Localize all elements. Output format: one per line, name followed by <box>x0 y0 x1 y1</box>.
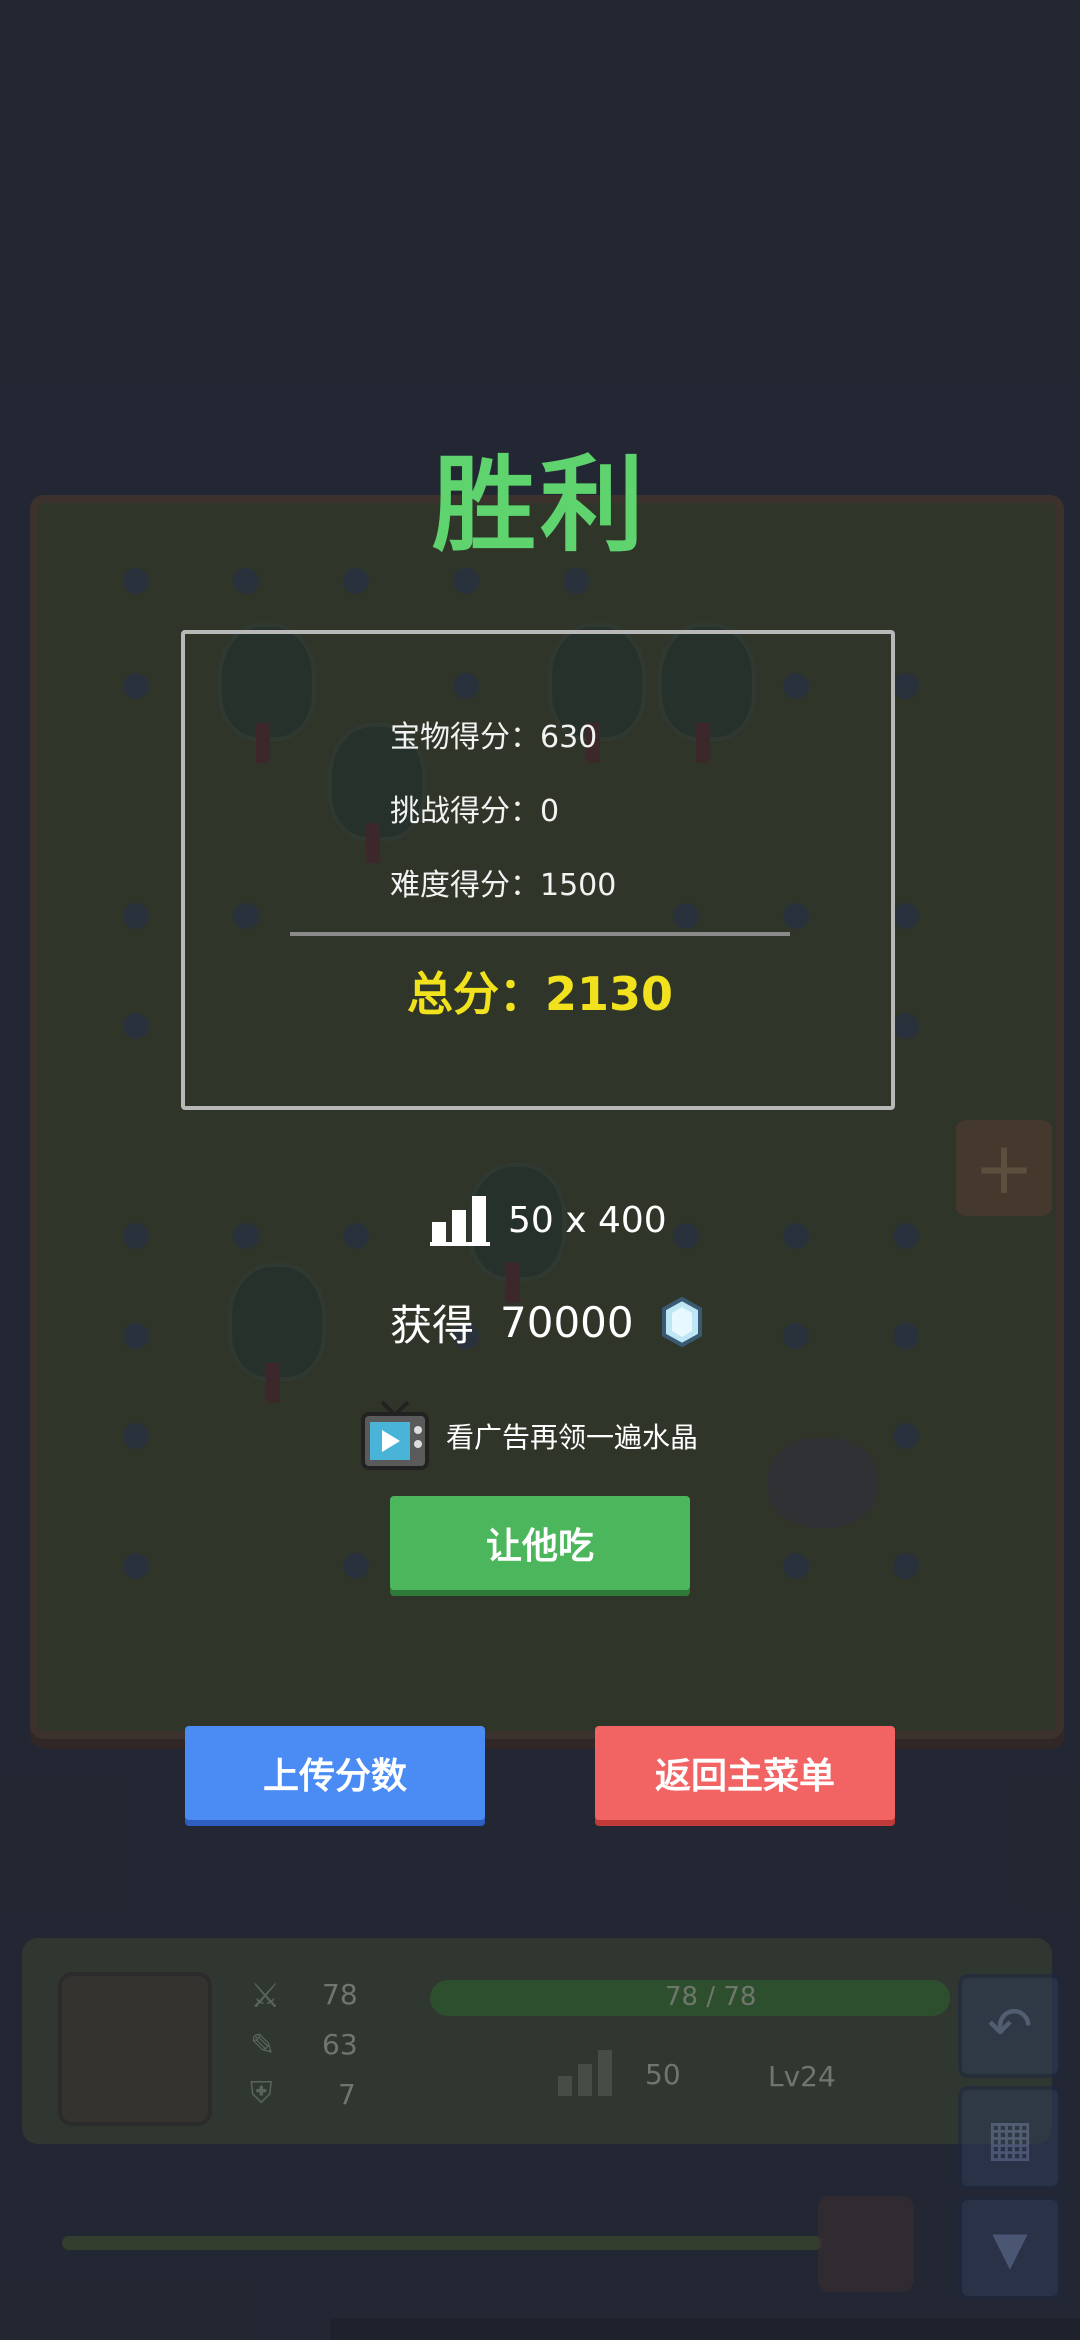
hp-text: 78 / 78 <box>665 1982 757 2012</box>
reward-label: 获得 <box>390 1300 475 1350</box>
down-button[interactable]: ▼ <box>958 2196 1062 2300</box>
floor-bar-chart-icon <box>558 2050 612 2096</box>
crystal-icon <box>661 1297 702 1347</box>
reward-value: 70000 <box>500 1297 634 1347</box>
back-arrow-icon: ↶ <box>987 1994 1033 2058</box>
challenge-score: 挑战得分：0 <box>390 794 560 829</box>
floor-value: 50 <box>645 2058 681 2091</box>
total-score-label: 总分： <box>406 967 545 1021</box>
grid-icon: ▦ <box>986 2109 1034 2167</box>
back-button[interactable]: ↶ <box>958 1974 1062 2078</box>
shield-icon: ⛨ <box>250 2076 273 2111</box>
let-him-eat-button[interactable]: 让他吃 <box>390 1496 690 1590</box>
grid-button[interactable]: ▦ <box>958 2086 1062 2190</box>
bottom-home-indicator <box>330 2318 1080 2340</box>
sword-icon: ⚔ <box>250 1976 281 2016</box>
victory-title: 胜利 <box>431 444 648 566</box>
tv-icon <box>361 1400 429 1470</box>
reward-row: 获得 70000 <box>390 1292 704 1352</box>
total-score-value: 2130 <box>544 967 674 1021</box>
watch-ad-text: 看广告再领一遍水晶 <box>446 1421 699 1454</box>
rank-text: 50 x 400 <box>508 1199 667 1241</box>
bar-chart-icon <box>430 1196 490 1246</box>
player-avatar <box>58 1972 212 2126</box>
magic-value: 63 <box>322 2028 358 2061</box>
progress-strip <box>62 2236 822 2250</box>
level-value: Lv24 <box>768 2060 836 2093</box>
treasure-score: 宝物得分：630 <box>390 720 598 755</box>
defense-value: 7 <box>338 2078 356 2111</box>
difficulty-score: 难度得分：1500 <box>390 868 617 903</box>
upload-score-button[interactable]: 上传分数 <box>185 1726 485 1820</box>
watch-ad-link[interactable]: 看广告再领一遍水晶 <box>360 1398 698 1474</box>
attack-value: 78 <box>322 1978 358 2011</box>
score-divider <box>290 932 790 936</box>
rank-row: 50 x 400 <box>430 1190 667 1250</box>
down-arrow-icon: ▼ <box>992 2221 1028 2275</box>
main-menu-button[interactable]: 返回主菜单 <box>595 1726 895 1820</box>
wand-icon: ✎ <box>250 2028 276 2063</box>
mini-avatar <box>818 2196 914 2292</box>
total-score: 总分：2130 <box>0 958 1080 1024</box>
